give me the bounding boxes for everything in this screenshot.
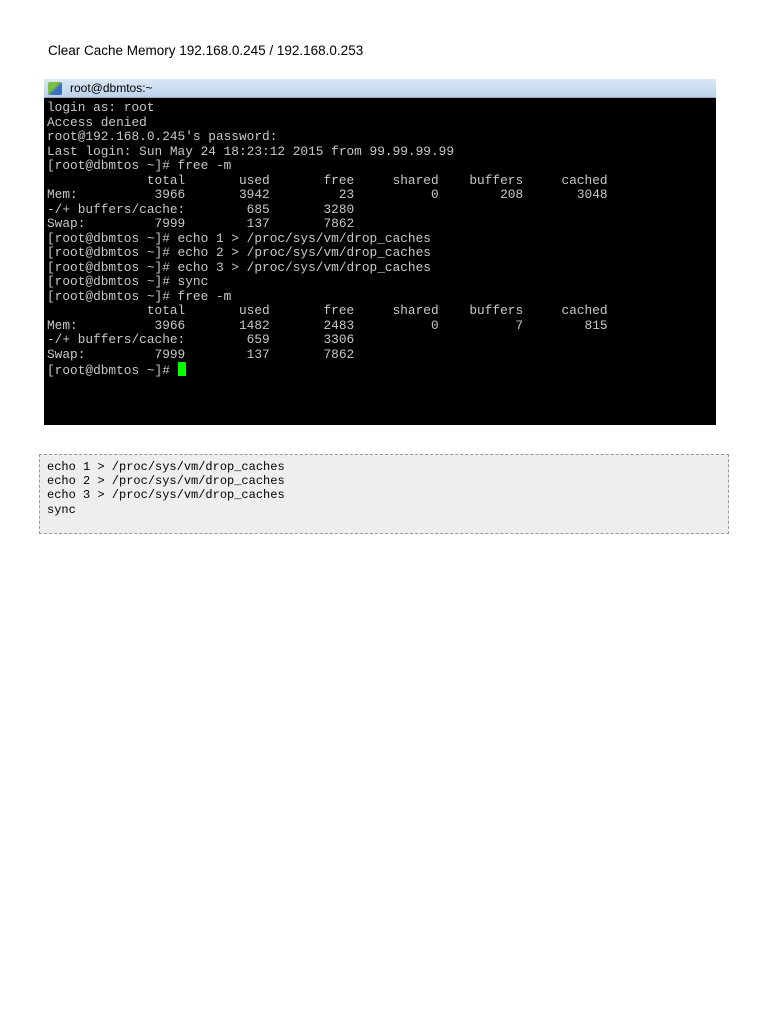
terminal-line: Mem: 3966 3942 23 0 208 3048 — [47, 187, 608, 202]
terminal-line: -/+ buffers/cache: 659 3306 — [47, 332, 355, 347]
terminal-prompt-line: [root@dbmtos ~]# — [47, 362, 716, 379]
window-titlebar[interactable]: root@dbmtos:~ — [44, 79, 716, 98]
terminal-line: [root@dbmtos ~]# echo 3 > /proc/sys/vm/d… — [47, 259, 431, 275]
terminal-line: login as: root — [47, 100, 155, 115]
prompt: [root@dbmtos ~]# — [47, 363, 178, 378]
terminal-line: Mem: 3966 1482 2483 0 7 815 — [47, 317, 608, 333]
putty-icon — [48, 81, 62, 95]
terminal-line: [root@dbmtos ~]# sync — [47, 274, 209, 289]
code-block: echo 1 > /proc/sys/vm/drop_caches echo 2 … — [39, 454, 729, 534]
window-title: root@dbmtos:~ — [70, 81, 153, 95]
terminal-output[interactable]: login as: root Access denied root@192.168.… — [44, 98, 716, 379]
terminal-line: Last login: Sun May 24 18:23:12 2015 fro… — [47, 143, 455, 159]
terminal-line: total used free shared buffers cached — [47, 303, 608, 318]
terminal-line: -/+ buffers/cache: 685 3280 — [47, 201, 355, 217]
code-line: echo 1 > /proc/sys/vm/drop_caches — [47, 460, 285, 474]
terminal-line: root@192.168.0.245's password: — [47, 129, 278, 144]
terminal-line: [root@dbmtos ~]# echo 2 > /proc/sys/vm/d… — [47, 245, 431, 260]
terminal-line: [root@dbmtos ~]# free -m — [47, 158, 232, 173]
terminal-window[interactable]: root@dbmtos:~ login as: root Access denie… — [44, 79, 716, 425]
code-line: sync — [47, 502, 76, 517]
code-line: echo 2 > /proc/sys/vm/drop_caches — [47, 474, 285, 489]
terminal-line: Access denied — [47, 114, 147, 130]
code-line: echo 3 > /proc/sys/vm/drop_caches — [47, 488, 285, 503]
page-title: Clear Cache Memory 192.168.0.245 / 192.1… — [48, 43, 364, 58]
terminal-line: [root@dbmtos ~]# echo 1 > /proc/sys/vm/d… — [47, 230, 431, 246]
terminal-line: total used free shared buffers cached — [47, 172, 608, 188]
cursor — [177, 362, 186, 376]
terminal-line: Swap: 7999 137 7862 — [47, 346, 355, 362]
terminal-line: Swap: 7999 137 7862 — [47, 216, 355, 231]
terminal-line: [root@dbmtos ~]# free -m — [47, 288, 232, 304]
